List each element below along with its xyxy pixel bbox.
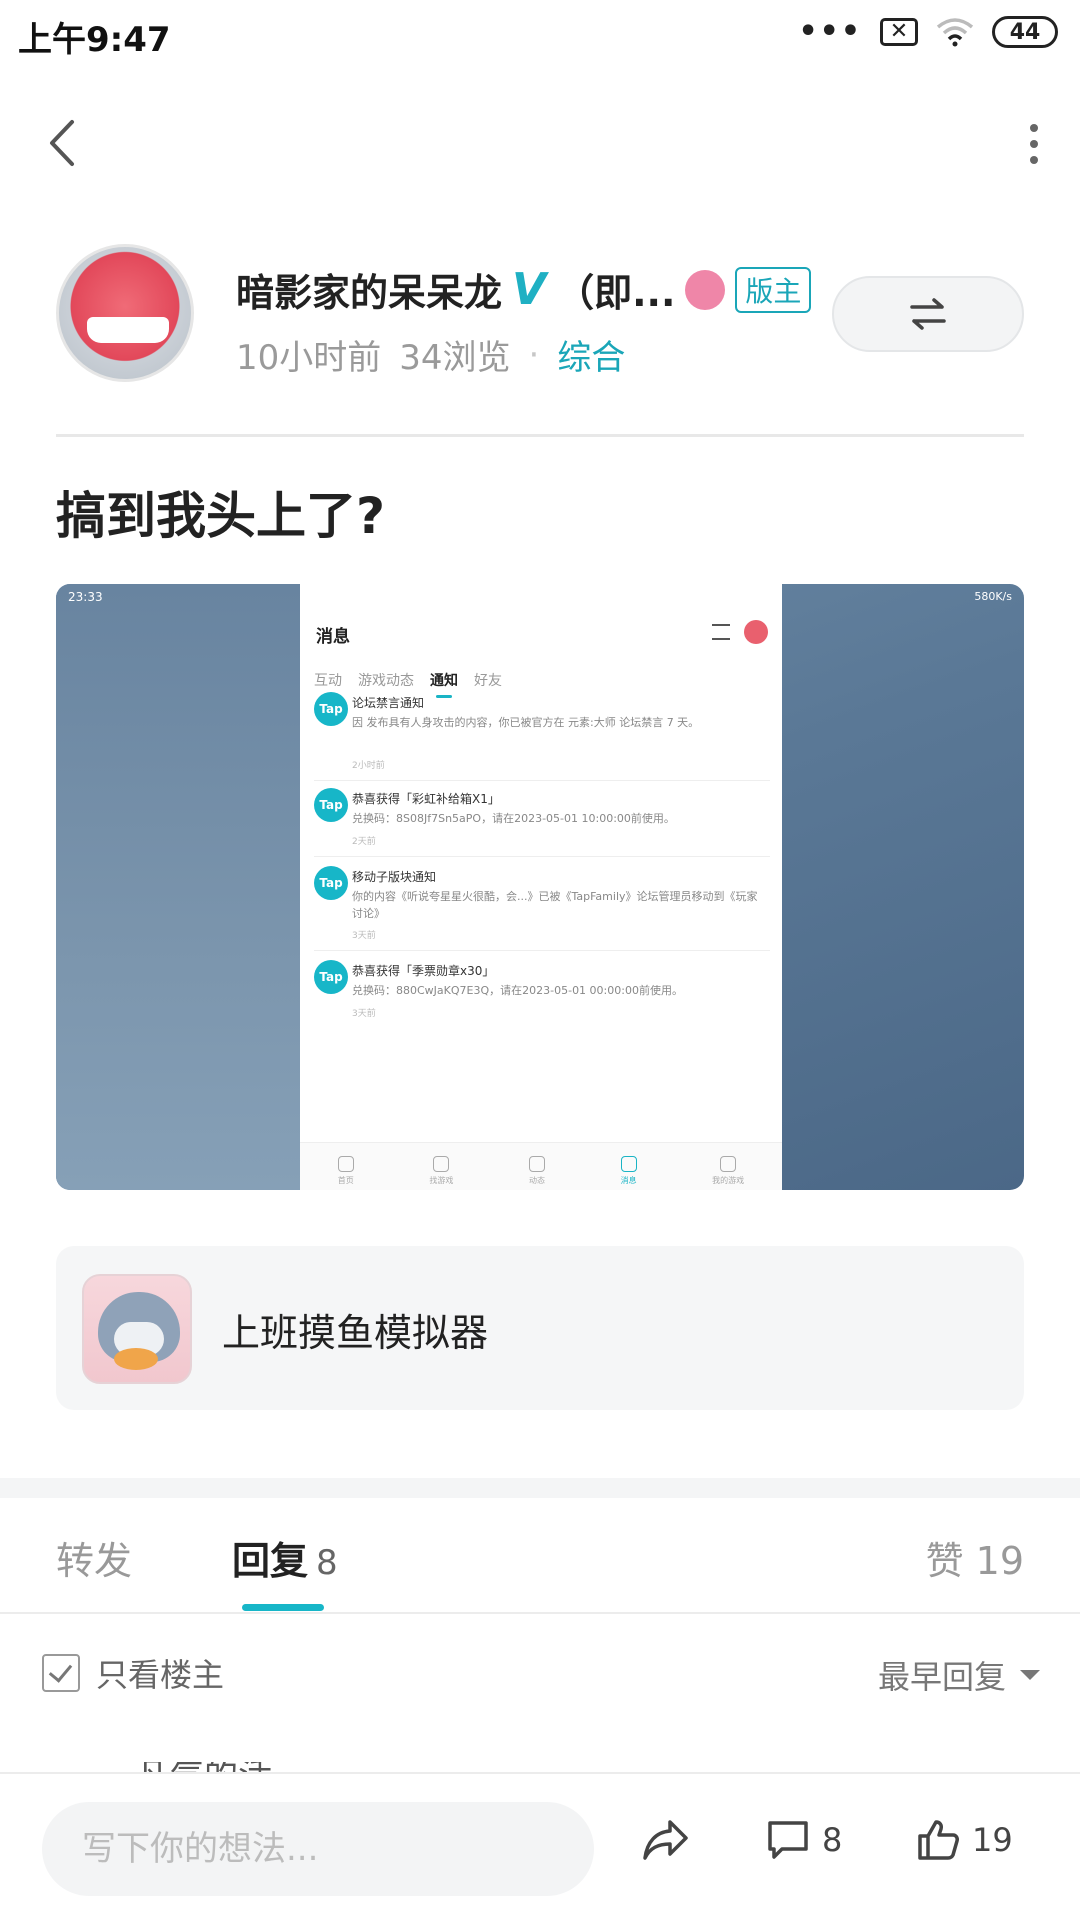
image-nav-home: 首页 (338, 1156, 354, 1186)
notification-separator (314, 950, 770, 951)
image-nav-feed: 动态 (529, 1156, 545, 1186)
thumbs-up-icon (918, 1820, 959, 1860)
top-nav (0, 100, 1080, 184)
sort-label: 最早回复 (877, 1658, 1006, 1696)
status-icons: ••• ✕ 44 (798, 16, 1058, 48)
notification-title: 移动子版块通知 (352, 870, 437, 884)
notification-body: 兑换码：8S08Jf7Sn5aPO，请在2023-05-01 10:00:00前… (352, 812, 675, 825)
status-bar: 上午9:47 ••• ✕ 44 (0, 0, 1080, 66)
image-nav-mygames: 我的游戏 (712, 1156, 744, 1186)
game-card[interactable]: 上班摸鱼模拟器 (56, 1246, 1024, 1410)
image-status-time: 23:33 (68, 590, 103, 604)
tab-like[interactable]: 赞 19 (926, 1530, 1024, 1585)
only-op-label: 只看楼主 (96, 1656, 225, 1694)
filter-icon (712, 624, 730, 640)
notification-time: 3天前 (352, 1009, 376, 1019)
tap-logo-icon: Tap (314, 788, 348, 822)
author-avatar[interactable] (56, 244, 194, 382)
wifi-icon (936, 18, 974, 47)
bottom-bar: 8 19 (0, 1772, 1080, 1920)
image-tabs: 互动 游戏动态 通知 好友 (314, 670, 502, 698)
image-tab: 好友 (474, 673, 502, 689)
back-arrow-icon[interactable] (42, 118, 82, 168)
header-divider (56, 434, 1024, 437)
notification-time: 2天前 (352, 837, 376, 847)
notification-body: 你的内容《听说夸星星火很酷，会...》已被《TapFamily》论坛管理员移动到… (352, 890, 758, 920)
notification-body: 兑换码：880CwJaKQ7E3Q，请在2023-05-01 00:00:00前… (352, 984, 683, 997)
status-time: 上午9:47 (18, 20, 171, 60)
notification-title: 恭喜获得「彩虹补给箱X1」 (352, 792, 500, 806)
tab-reply[interactable]: 回复 8 (232, 1530, 338, 1585)
game-icon (82, 1274, 192, 1384)
image-nav-find: 找游戏 (429, 1156, 453, 1186)
post-meta: 10小时前 34浏览 · 综合 (236, 330, 625, 379)
sim-off-icon: ✕ (880, 18, 918, 46)
tab-share[interactable]: 转发 (56, 1530, 132, 1585)
only-op-toggle[interactable]: 只看楼主 (42, 1650, 224, 1696)
caret-down-icon (1020, 1670, 1040, 1680)
comment-count: 8 (822, 1821, 843, 1859)
notification-title: 恭喜获得「季票勋章x30」 (352, 964, 495, 978)
tap-logo-icon: Tap (314, 692, 348, 726)
moderator-badge: 版主 (735, 266, 812, 313)
image-notification: Tap 恭喜获得「季票勋章x30」 兑换码：880CwJaKQ7E3Q，请在20… (314, 960, 770, 1040)
image-nav-messages: 消息 (621, 1156, 637, 1186)
tab-divider (0, 1612, 1080, 1614)
image-notification: Tap 移动子版块通知 你的内容《听说夸星星火很酷，会...》已被《TapFam… (314, 866, 770, 962)
view-count: 34浏览 (399, 338, 511, 378)
category-link[interactable]: 综合 (557, 330, 625, 379)
battery-icon: 44 (992, 16, 1058, 48)
comment-input[interactable] (42, 1802, 594, 1896)
sort-dropdown[interactable]: 最早回复 (878, 1652, 1040, 1698)
notification-separator (314, 780, 770, 781)
notification-separator (314, 856, 770, 857)
image-net-speed: 580K/s (974, 590, 1012, 603)
section-separator (0, 1478, 1080, 1498)
post-image[interactable]: 23:33 580K/s 消息 互动 游戏动态 通知 好友 Tap 论坛禁言通知… (56, 584, 1024, 1190)
author-name-row[interactable]: 暗影家的呆呆龙 V （即... 版主 (236, 262, 812, 317)
image-left-panel (56, 584, 300, 1190)
notification-title: 论坛禁言通知 (352, 696, 425, 710)
medal-icon (685, 269, 726, 310)
game-name: 上班摸鱼模拟器 (222, 1311, 489, 1355)
image-phone-screen: 消息 互动 游戏动态 通知 好友 Tap 论坛禁言通知 因 发布具有人身攻击的内… (300, 584, 782, 1190)
reply-count: 8 (316, 1543, 338, 1583)
image-avatar (744, 620, 768, 644)
image-notification: Tap 恭喜获得「彩虹补给箱X1」 兑换码：8S08Jf7Sn5aPO，请在20… (314, 788, 770, 868)
image-tab-active: 通知 (430, 670, 458, 698)
share-button[interactable] (642, 1818, 690, 1862)
like-button[interactable]: 19 (916, 1818, 1013, 1862)
comment-button[interactable]: 8 (766, 1818, 842, 1862)
more-dots-icon: ••• (798, 14, 862, 49)
image-tab: 游戏动态 (358, 673, 414, 689)
meta-separator: · (528, 334, 540, 375)
image-messages-title: 消息 (316, 627, 350, 647)
comment-bubble-icon (768, 1821, 808, 1859)
time-ago: 10小时前 (236, 338, 382, 378)
verified-badge: V (512, 264, 547, 315)
active-tab-indicator (242, 1604, 324, 1611)
author-name-suffix: （即... (556, 271, 676, 315)
swap-arrows-icon (910, 298, 946, 330)
image-tab: 互动 (314, 673, 342, 689)
switch-button[interactable] (832, 276, 1024, 352)
notification-time: 2小时前 (352, 761, 385, 771)
image-bottom-nav: 首页 找游戏 动态 消息 我的游戏 (300, 1142, 782, 1190)
share-arrow-icon (643, 1820, 688, 1860)
like-count: 19 (972, 1821, 1013, 1859)
tab-reply-label: 回复 (232, 1539, 309, 1583)
tap-logo-icon: Tap (314, 960, 348, 994)
image-notification: Tap 论坛禁言通知 因 发布具有人身攻击的内容，你已被官方在 元素:大师 论坛… (314, 692, 770, 782)
tap-logo-icon: Tap (314, 866, 348, 900)
author-name[interactable]: 暗影家的呆呆龙 (236, 262, 502, 317)
post-title: 搞到我头上了? (56, 487, 386, 545)
notification-body: 因 发布具有人身攻击的内容，你已被官方在 元素:大师 论坛禁言 7 天。 (352, 716, 700, 729)
more-options-icon[interactable] (1024, 122, 1044, 166)
notification-time: 3天前 (352, 931, 376, 941)
checkbox-icon[interactable] (42, 1654, 80, 1692)
